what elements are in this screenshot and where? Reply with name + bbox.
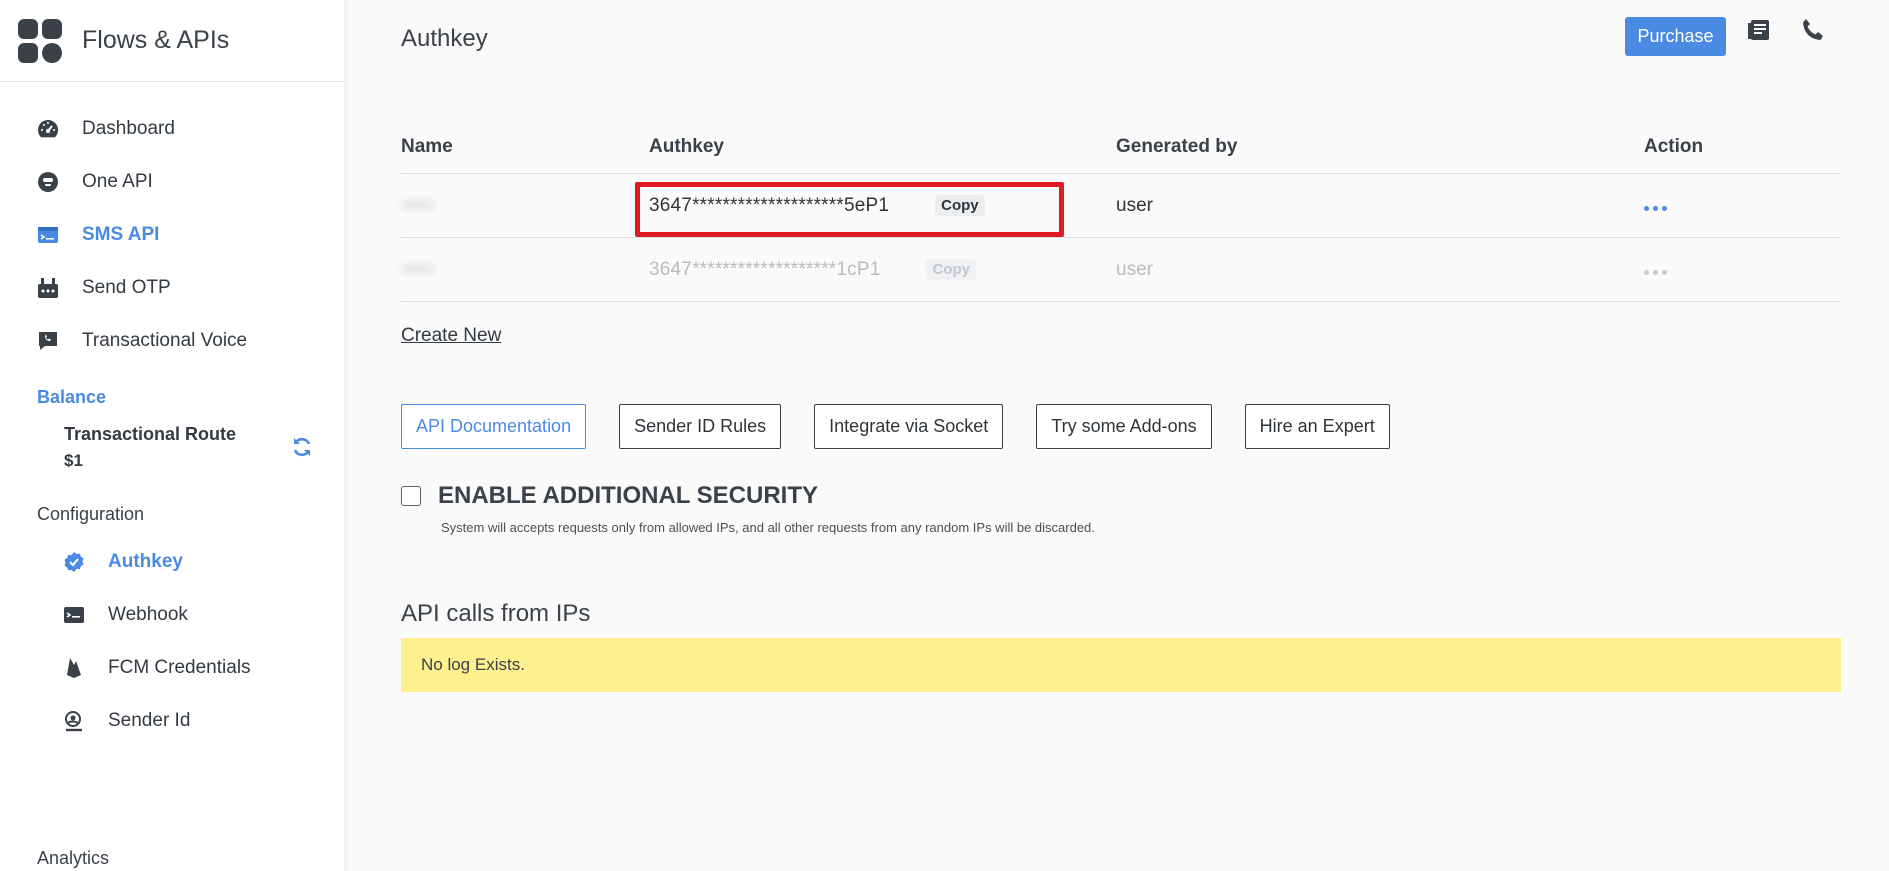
firebase-icon [62, 656, 86, 680]
voice-chat-icon [36, 329, 60, 353]
security-label: ENABLE ADDITIONAL SECURITY [438, 482, 819, 509]
table-row: 3647*******************1cP1 Copy user [401, 238, 1841, 302]
sidebar-item-one-api[interactable]: One API [0, 155, 344, 208]
column-header-name: Name [401, 135, 453, 157]
blurred-name [401, 262, 435, 275]
sidebar-item-label: Sender Id [108, 709, 191, 731]
sidebar-item-label: Webhook [108, 603, 188, 625]
table-row: 3647********************5eP1 Copy user [401, 174, 1841, 238]
sidebar-item-transactional-voice[interactable]: Transactional Voice [0, 314, 344, 367]
sidebar-item-label: Send OTP [82, 276, 171, 298]
authkey-value: 3647*******************1cP1 [649, 258, 881, 280]
empty-log-notice: No log Exists. [401, 638, 1841, 692]
blurred-name [401, 198, 435, 211]
verified-badge-icon [62, 550, 86, 574]
sidebar-item-sms-api[interactable]: SMS API [0, 208, 344, 261]
configuration-nav: Authkey Webhook FCM Credentials Sender I… [0, 535, 344, 747]
try-add-ons-button[interactable]: Try some Add-ons [1036, 404, 1212, 449]
page-title: Authkey [401, 25, 488, 52]
sender-id-rules-button[interactable]: Sender ID Rules [619, 404, 782, 449]
terminal-window-icon [62, 603, 86, 627]
sidebar-item-dashboard[interactable]: Dashboard [0, 102, 344, 155]
main-nav: Dashboard One API SMS API Send OTP Trans… [0, 82, 344, 367]
more-actions-icon[interactable] [1644, 205, 1667, 211]
sidebar-item-label: SMS API [82, 223, 160, 245]
sidebar-item-label: One API [82, 170, 153, 192]
robot-icon [36, 170, 60, 194]
table-header: Name Authkey Generated by Action [401, 120, 1841, 174]
generated-by-value: user [1116, 258, 1153, 280]
notes-icon[interactable] [1747, 17, 1775, 45]
brand-header: Flows & APIs [0, 0, 344, 82]
sidebar: Flows & APIs Dashboard One API SMS API S… [0, 0, 344, 871]
sidebar-item-label: Dashboard [82, 117, 175, 139]
sidebar-item-authkey[interactable]: Authkey [0, 535, 344, 588]
app-grid-logo-icon[interactable] [18, 18, 62, 63]
generated-by-value: user [1116, 194, 1153, 216]
column-header-authkey: Authkey [649, 135, 724, 157]
action-buttons: API Documentation Sender ID Rules Integr… [401, 404, 1423, 449]
copy-button[interactable]: Copy [926, 259, 976, 280]
configuration-title: Configuration [37, 504, 145, 524]
sidebar-item-fcm-credentials[interactable]: FCM Credentials [0, 641, 344, 694]
terminal-card-icon [36, 223, 60, 247]
hire-expert-button[interactable]: Hire an Expert [1244, 404, 1390, 449]
sidebar-item-label: Authkey [108, 550, 183, 572]
sidebar-item-webhook[interactable]: Webhook [0, 588, 344, 641]
sidebar-item-label: Transactional Voice [82, 329, 248, 351]
sidebar-item-sender-id[interactable]: Sender Id [0, 694, 344, 747]
security-note: System will accepts requests only from a… [441, 520, 1095, 535]
speedometer-icon [36, 117, 60, 141]
phone-icon[interactable] [1800, 17, 1828, 45]
sidebar-item-label: FCM Credentials [108, 656, 251, 678]
column-header-action: Action [1644, 135, 1704, 157]
authkey-value: 3647********************5eP1 [649, 194, 890, 216]
integrate-via-socket-button[interactable]: Integrate via Socket [814, 404, 1004, 449]
empty-log-message: No log Exists. [421, 655, 525, 674]
security-toggle: ENABLE ADDITIONAL SECURITY [401, 482, 818, 510]
security-checkbox[interactable] [401, 486, 421, 506]
balance-row: Transactional Route $1 [0, 424, 344, 476]
create-new-link[interactable]: Create New [401, 325, 501, 347]
refresh-icon[interactable] [291, 436, 315, 460]
brand-title: Flows & APIs [82, 26, 230, 54]
user-search-icon [62, 709, 86, 733]
more-actions-icon[interactable] [1644, 269, 1667, 275]
sidebar-item-send-otp[interactable]: Send OTP [0, 261, 344, 314]
analytics-title: Analytics [37, 848, 110, 868]
api-calls-title: API calls from IPs [401, 600, 591, 627]
balance-title: Balance [37, 387, 107, 407]
authkey-table: Name Authkey Generated by Action 3647***… [401, 120, 1841, 302]
column-header-generated-by: Generated by [1116, 135, 1238, 157]
api-documentation-button[interactable]: API Documentation [401, 404, 587, 449]
copy-button[interactable]: Copy [935, 195, 985, 216]
otp-icon [36, 276, 60, 300]
purchase-button[interactable]: Purchase [1625, 17, 1726, 56]
